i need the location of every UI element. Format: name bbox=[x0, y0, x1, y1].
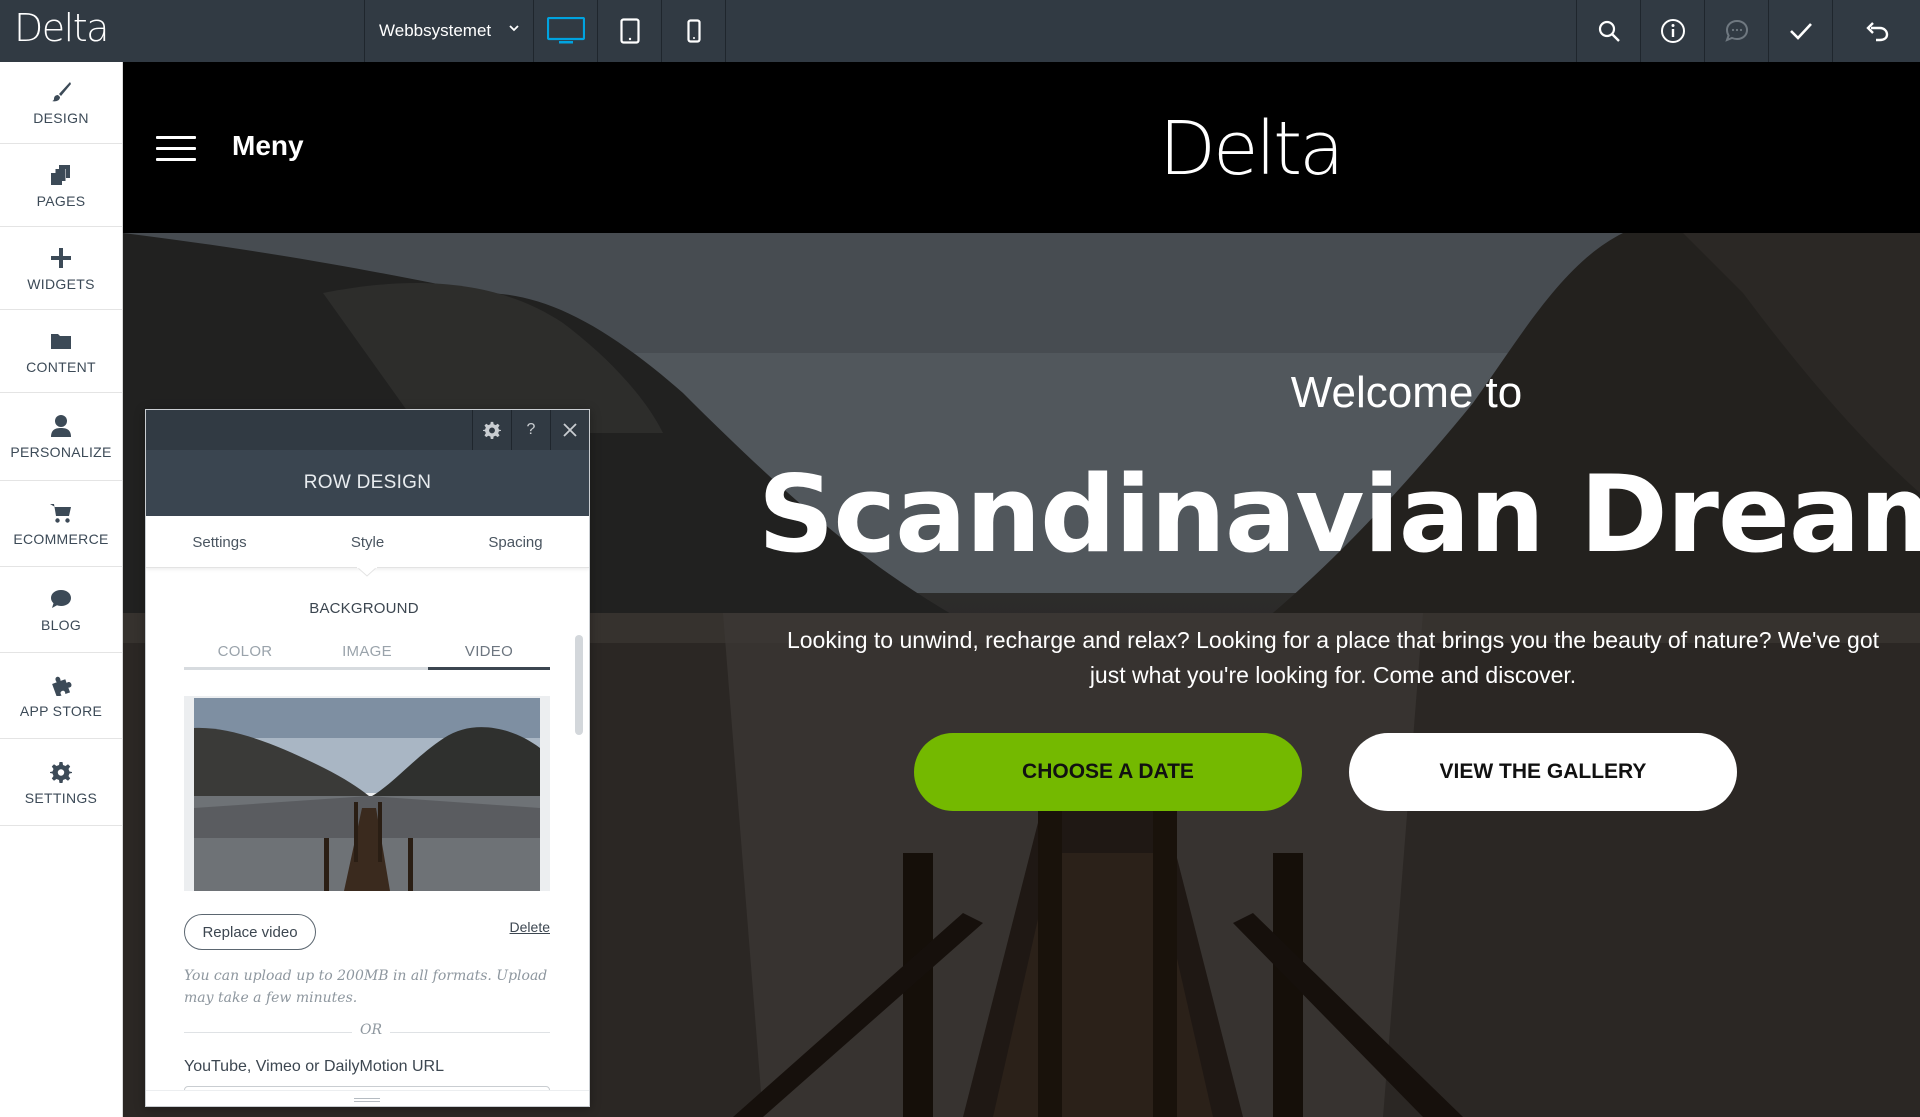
search-icon bbox=[1598, 20, 1620, 42]
sidebar-item-settings[interactable]: SETTINGS bbox=[0, 740, 122, 826]
sidebar-item-personalize[interactable]: PERSONALIZE bbox=[0, 394, 122, 481]
sidebar-item-app-store[interactable]: APP STORE bbox=[0, 654, 122, 739]
video-thumbnail-frame bbox=[184, 696, 550, 891]
top-toolbar: Delta Webbsystemet bbox=[0, 0, 1920, 62]
site-menu-label[interactable]: Meny bbox=[232, 130, 304, 162]
undo-button[interactable] bbox=[1832, 0, 1920, 62]
mobile-view-button[interactable] bbox=[662, 0, 726, 62]
or-divider: OR bbox=[184, 1022, 550, 1042]
site-header: Meny Delta bbox=[123, 62, 1920, 233]
sidebar-item-label: PERSONALIZE bbox=[10, 444, 112, 460]
hamburger-menu-icon[interactable] bbox=[156, 136, 196, 162]
plus-icon bbox=[49, 246, 73, 270]
sidebar-item-widgets[interactable]: WIDGETS bbox=[0, 228, 122, 310]
panel-title: ROW DESIGN bbox=[146, 450, 589, 516]
gear-icon bbox=[483, 421, 501, 439]
site-selector-label: Webbsystemet bbox=[379, 21, 492, 40]
sidebar-item-design[interactable]: DESIGN bbox=[0, 62, 122, 144]
panel-drag-bar[interactable]: ? bbox=[146, 410, 589, 450]
sidebar-item-label: PAGES bbox=[36, 192, 86, 209]
info-icon bbox=[1660, 19, 1685, 43]
panel-body: BACKGROUND COLOR IMAGE VIDEO Replace vid… bbox=[166, 568, 562, 1098]
sidebar-item-label: SETTINGS bbox=[24, 789, 98, 806]
gear-icon bbox=[49, 760, 73, 784]
tab-video[interactable]: VIDEO bbox=[428, 636, 550, 670]
publish-button[interactable] bbox=[1768, 0, 1832, 62]
tab-style[interactable]: Style bbox=[294, 516, 441, 568]
pages-icon bbox=[49, 163, 73, 187]
sidebar-item-pages[interactable]: PAGES bbox=[0, 145, 122, 227]
video-url-label: YouTube, Vimeo or DailyMotion URL bbox=[184, 1058, 444, 1075]
desktop-icon bbox=[546, 17, 585, 44]
row-design-panel: ? ROW DESIGN Settings Style Spacing BACK… bbox=[145, 409, 590, 1107]
left-sidebar: DESIGN PAGES WIDGETS CONTENT PERSONALIZE… bbox=[0, 62, 123, 1117]
puzzle-icon bbox=[49, 673, 73, 697]
panel-resize-handle[interactable] bbox=[146, 1090, 589, 1106]
tablet-icon bbox=[619, 18, 640, 44]
panel-tabs: Settings Style Spacing bbox=[146, 516, 589, 568]
site-selector[interactable]: Webbsystemet bbox=[364, 0, 534, 62]
background-section-label: BACKGROUND bbox=[309, 600, 419, 617]
cart-icon bbox=[49, 501, 73, 525]
close-icon bbox=[563, 423, 577, 437]
video-thumbnail[interactable] bbox=[194, 698, 540, 891]
mobile-icon bbox=[686, 19, 701, 43]
sidebar-item-label: ECOMMERCE bbox=[13, 531, 109, 547]
sidebar-item-blog[interactable]: BLOG bbox=[0, 568, 122, 653]
comments-button[interactable] bbox=[1704, 0, 1768, 62]
or-label: OR bbox=[352, 1022, 391, 1038]
panel-scrollbar[interactable] bbox=[575, 635, 583, 735]
upload-hint-text: You can upload up to 200MB in all format… bbox=[184, 968, 548, 1006]
person-icon bbox=[49, 414, 73, 438]
app-logo: Delta bbox=[14, 6, 109, 50]
tab-settings[interactable]: Settings bbox=[146, 516, 293, 568]
brush-icon bbox=[49, 80, 73, 104]
delete-video-link[interactable]: Delete bbox=[510, 919, 550, 935]
folder-icon bbox=[49, 329, 73, 353]
check-icon bbox=[1789, 23, 1812, 40]
undo-icon bbox=[1865, 22, 1888, 42]
speech-bubble-icon bbox=[49, 587, 73, 611]
replace-video-button[interactable]: Replace video bbox=[184, 914, 316, 950]
background-type-tabs: COLOR IMAGE VIDEO bbox=[184, 636, 550, 670]
info-button[interactable] bbox=[1640, 0, 1704, 62]
sidebar-item-label: BLOG bbox=[40, 617, 82, 633]
panel-settings-button[interactable] bbox=[472, 410, 511, 450]
chevron-down-icon bbox=[509, 25, 519, 32]
panel-help-button[interactable]: ? bbox=[511, 410, 550, 450]
choose-date-button[interactable]: CHOOSE A DATE bbox=[914, 733, 1302, 811]
sidebar-item-label: CONTENT bbox=[26, 358, 96, 375]
sidebar-item-label: DESIGN bbox=[33, 109, 89, 126]
sidebar-item-ecommerce[interactable]: ECOMMERCE bbox=[0, 482, 122, 567]
tab-color[interactable]: COLOR bbox=[184, 636, 306, 667]
sidebar-item-label: APP STORE bbox=[19, 703, 103, 719]
sidebar-item-content[interactable]: CONTENT bbox=[0, 311, 122, 393]
panel-close-button[interactable] bbox=[550, 410, 589, 450]
view-gallery-button[interactable]: VIEW THE GALLERY bbox=[1349, 733, 1737, 811]
tab-image[interactable]: IMAGE bbox=[306, 636, 428, 667]
search-button[interactable] bbox=[1576, 0, 1640, 62]
sidebar-item-label: WIDGETS bbox=[27, 275, 95, 292]
comment-icon bbox=[1724, 19, 1748, 42]
desktop-view-button[interactable] bbox=[534, 0, 598, 62]
tablet-view-button[interactable] bbox=[598, 0, 662, 62]
site-logo[interactable]: Delta bbox=[1159, 106, 1344, 192]
hero-description: Looking to unwind, recharge and relax? L… bbox=[786, 627, 1880, 688]
hero-title: Scandinavian Dream bbox=[758, 453, 1920, 576]
tab-spacing[interactable]: Spacing bbox=[442, 516, 589, 568]
